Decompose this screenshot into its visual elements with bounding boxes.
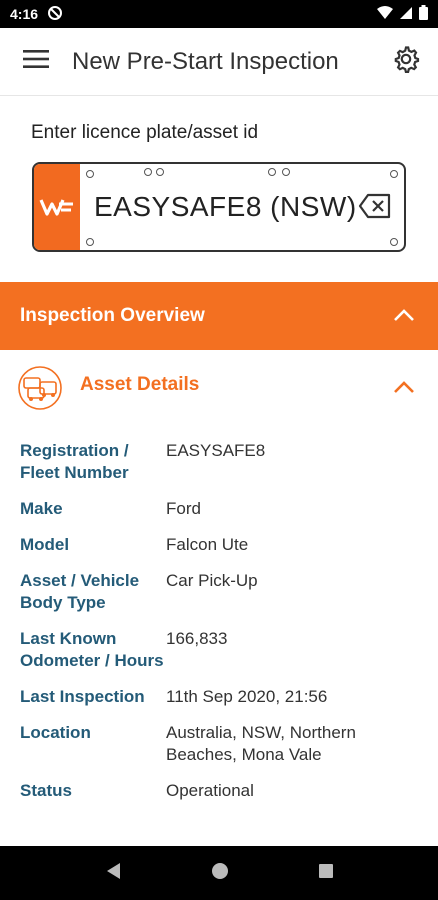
detail-row: Registration / Fleet Number EASYSAFE8 xyxy=(0,440,438,484)
easysafe-logo xyxy=(34,164,80,250)
recents-icon[interactable] xyxy=(318,863,334,884)
plate-hole xyxy=(86,170,94,178)
detail-label: Registration / Fleet Number xyxy=(20,441,129,482)
detail-value: Falcon Ute xyxy=(166,535,249,554)
detail-value: Car Pick-Up xyxy=(166,571,258,590)
asset-details-header[interactable]: Asset Details xyxy=(0,350,438,426)
plate-hole xyxy=(390,170,398,178)
settings-button[interactable] xyxy=(374,28,438,96)
page-title: New Pre-Start Inspection xyxy=(72,47,339,75)
menu-button[interactable] xyxy=(0,28,72,96)
home-icon[interactable] xyxy=(211,862,229,885)
detail-value: 166,833 xyxy=(166,629,228,648)
detail-row: Asset / Vehicle Body Type Car Pick-Up xyxy=(0,570,438,614)
do-not-disturb-icon xyxy=(48,5,63,23)
status-icons xyxy=(377,5,428,23)
detail-row: Last Inspection 11th Sep 2020, 21:56 xyxy=(0,686,438,708)
detail-row: Last Known Odometer / Hours 166,833 xyxy=(0,628,438,672)
plate-hole xyxy=(390,238,398,246)
plate-section: Enter licence plate/asset id EASYSAFE8 (… xyxy=(0,96,438,282)
plate-hole xyxy=(282,168,290,176)
app-bar: New Pre-Start Inspection xyxy=(0,28,438,96)
detail-row: Location Australia, NSW, Northern Beache… xyxy=(0,722,438,766)
asset-vehicles-icon xyxy=(16,366,64,410)
status-time: 4:16 xyxy=(10,6,39,22)
detail-row: Make Ford xyxy=(0,498,438,520)
clear-button[interactable] xyxy=(358,192,392,220)
plate-hole xyxy=(156,168,164,176)
detail-row: Model Falcon Ute xyxy=(0,534,438,556)
plate-hole xyxy=(268,168,276,176)
inspection-overview-title: Inspection Overview xyxy=(20,305,205,326)
system-nav-bar xyxy=(0,846,438,900)
asset-details-list: Registration / Fleet Number EASYSAFE8 Ma… xyxy=(0,440,438,846)
menu-icon xyxy=(23,49,49,74)
battery-icon xyxy=(419,5,428,23)
signal-icon xyxy=(399,6,413,23)
chevron-up-icon xyxy=(392,376,416,405)
gear-icon xyxy=(392,45,420,78)
detail-value: Operational xyxy=(166,781,254,800)
detail-label: Asset / Vehicle Body Type xyxy=(20,571,140,612)
detail-label: Make xyxy=(20,499,63,518)
chevron-up-icon xyxy=(392,304,416,334)
asset-details-title: Asset Details xyxy=(80,374,200,395)
detail-label: Location xyxy=(20,723,91,742)
status-bar: 4:16 xyxy=(0,0,438,28)
detail-value: Ford xyxy=(166,499,201,518)
detail-label: Last Known Odometer / Hours xyxy=(20,629,164,670)
detail-value: Australia, NSW, Northern Beaches, Mona V… xyxy=(166,723,356,764)
detail-row: Status Operational xyxy=(0,780,438,802)
clear-icon xyxy=(358,193,392,224)
plate-label: Enter licence plate/asset id xyxy=(31,122,259,143)
licence-plate-input[interactable]: EASYSAFE8 (NSW) xyxy=(32,162,406,252)
plate-value[interactable]: EASYSAFE8 (NSW) xyxy=(94,164,357,250)
wifi-icon xyxy=(377,5,393,23)
plate-hole xyxy=(86,238,94,246)
detail-value: EASYSAFE8 xyxy=(166,441,266,460)
detail-label: Model xyxy=(20,535,70,554)
detail-label: Status xyxy=(20,781,72,800)
detail-value: 11th Sep 2020, 21:56 xyxy=(166,687,328,706)
plate-hole xyxy=(144,168,152,176)
back-icon[interactable] xyxy=(104,861,122,886)
detail-label: Last Inspection xyxy=(20,687,145,706)
inspection-overview-header[interactable]: Inspection Overview xyxy=(0,282,438,350)
